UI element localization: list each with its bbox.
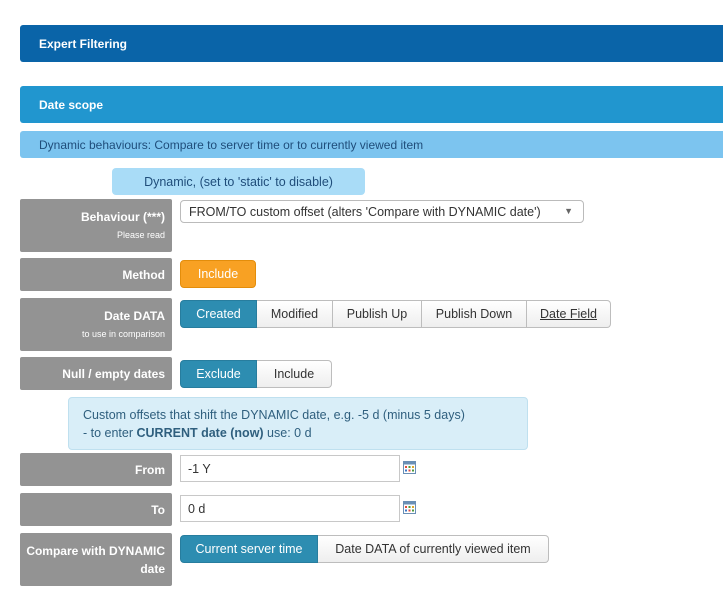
behaviour-select[interactable]: FROM/TO custom offset (alters 'Compare w… xyxy=(180,200,584,223)
date-scope-header[interactable]: Date scope xyxy=(20,86,723,123)
date-data-button-group: Created Modified Publish Up Publish Down… xyxy=(180,300,611,328)
compare-server-time-label: Current server time xyxy=(195,542,303,556)
method-include-label: Include xyxy=(197,267,239,281)
caret-down-icon: ▼ xyxy=(564,206,573,216)
offset-info-line2-prefix: - to enter xyxy=(83,426,137,440)
date-data-publish-up-button[interactable]: Publish Up xyxy=(333,300,422,328)
null-dates-include-label: Include xyxy=(273,367,315,381)
expert-filtering-header[interactable]: Expert Filtering xyxy=(20,25,723,62)
to-label: To xyxy=(20,493,172,526)
calendar-icon[interactable] xyxy=(403,461,416,474)
date-data-publish-up-label: Publish Up xyxy=(346,307,408,321)
compare-label-text: Compare with DYNAMIC date xyxy=(26,543,165,576)
offset-info-line2: - to enter CURRENT date (now) use: 0 d xyxy=(83,424,513,442)
date-data-date-field-button[interactable]: Date Field xyxy=(527,300,611,328)
offset-info-line2-suffix: use: 0 d xyxy=(263,426,312,440)
behaviour-label-text: Behaviour (***) xyxy=(80,210,165,224)
null-dates-include-button[interactable]: Include xyxy=(257,360,332,388)
to-input-value: 0 d xyxy=(188,501,206,516)
from-input[interactable]: -1 Y xyxy=(180,455,400,482)
date-scope-title: Date scope xyxy=(39,97,104,112)
null-dates-exclude-label: Exclude xyxy=(196,367,241,381)
from-input-value: -1 Y xyxy=(188,461,211,476)
date-data-label: Date DATA to use in comparison xyxy=(20,298,172,351)
date-data-label-sub: to use in comparison xyxy=(81,329,165,339)
calendar-icon[interactable] xyxy=(403,501,416,514)
compare-viewed-item-label: Date DATA of currently viewed item xyxy=(335,542,531,556)
null-dates-button-group: Exclude Include xyxy=(180,360,332,388)
dynamic-behaviours-bar: Dynamic behaviours: Compare to server ti… xyxy=(20,131,723,158)
date-data-created-button[interactable]: Created xyxy=(180,300,257,328)
behaviour-select-value: FROM/TO custom offset (alters 'Compare w… xyxy=(189,204,541,219)
compare-server-time-button[interactable]: Current server time xyxy=(180,535,318,563)
offset-info-line1: Custom offsets that shift the DYNAMIC da… xyxy=(83,408,465,422)
date-data-modified-label: Modified xyxy=(270,307,319,321)
date-data-date-field-label: Date Field xyxy=(540,307,597,321)
date-data-label-text: Date DATA xyxy=(104,309,165,323)
compare-button-group: Current server time Date DATA of current… xyxy=(180,535,549,563)
null-dates-exclude-button[interactable]: Exclude xyxy=(180,360,257,388)
behaviour-label: Behaviour (***) Please read xyxy=(20,199,172,252)
method-include-button[interactable]: Include xyxy=(180,260,256,288)
method-label-text: Method xyxy=(122,267,165,282)
to-input[interactable]: 0 d xyxy=(180,495,400,522)
from-label-text: From xyxy=(135,462,165,477)
date-data-modified-button[interactable]: Modified xyxy=(257,300,333,328)
date-data-publish-down-button[interactable]: Publish Down xyxy=(422,300,527,328)
date-data-publish-down-label: Publish Down xyxy=(435,307,513,321)
null-dates-label: Null / empty dates xyxy=(20,357,172,390)
date-data-created-label: Created xyxy=(196,307,241,321)
offset-info-box: Custom offsets that shift the DYNAMIC da… xyxy=(68,397,528,450)
compare-label: Compare with DYNAMIC date xyxy=(20,533,172,586)
to-label-text: To xyxy=(151,502,165,517)
expert-filtering-title: Expert Filtering xyxy=(39,36,128,51)
dynamic-badge: Dynamic, (set to 'static' to disable) xyxy=(112,168,365,195)
dynamic-badge-text: Dynamic, (set to 'static' to disable) xyxy=(144,174,333,189)
offset-info-line2-bold: CURRENT date (now) xyxy=(136,426,264,440)
from-label: From xyxy=(20,453,172,486)
method-label: Method xyxy=(20,258,172,291)
compare-viewed-item-button[interactable]: Date DATA of currently viewed item xyxy=(318,535,549,563)
null-dates-label-text: Null / empty dates xyxy=(62,366,165,381)
behaviour-label-sub: Please read xyxy=(116,230,165,240)
dynamic-behaviours-text: Dynamic behaviours: Compare to server ti… xyxy=(39,137,424,152)
